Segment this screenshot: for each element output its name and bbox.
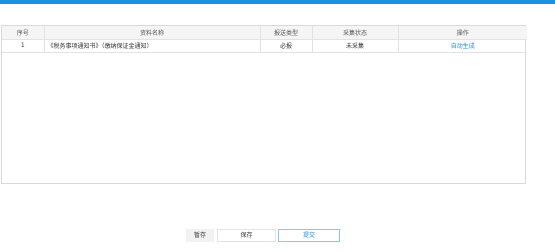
table-row: 1 《税务事项通知书》（缴纳保证金通知） 必报 未采集 自动生成 — [2, 39, 527, 53]
auto-generate-link[interactable]: 自动生成 — [451, 43, 475, 50]
document-table: 序号 资料名称 报送类型 采集状态 操作 1 《税务事项通知书》（缴纳保证金通知… — [2, 26, 527, 53]
cell-collect-status: 未采集 — [312, 39, 399, 53]
cell-report-type: 必报 — [260, 39, 313, 53]
top-accent-bar — [0, 0, 555, 4]
cell-index: 1 — [2, 39, 45, 53]
column-header-index: 序号 — [2, 26, 45, 40]
column-header-name: 资料名称 — [44, 26, 261, 40]
cell-document-name: 《税务事项通知书》（缴纳保证金通知） — [44, 39, 261, 53]
column-header-type: 报送类型 — [260, 26, 313, 40]
column-header-action: 操作 — [398, 26, 527, 40]
table-header-row: 序号 资料名称 报送类型 采集状态 操作 — [2, 26, 527, 40]
document-table-panel: 序号 资料名称 报送类型 采集状态 操作 1 《税务事项通知书》（缴纳保证金通知… — [1, 25, 527, 184]
cell-action: 自动生成 — [398, 39, 527, 53]
submit-button[interactable]: 提交 — [278, 229, 340, 242]
save-button[interactable]: 保存 — [217, 229, 276, 242]
temp-save-button[interactable]: 暂存 — [186, 229, 214, 242]
column-header-status: 采集状态 — [312, 26, 399, 40]
form-action-bar: 暂存 保存 提交 — [0, 229, 555, 242]
